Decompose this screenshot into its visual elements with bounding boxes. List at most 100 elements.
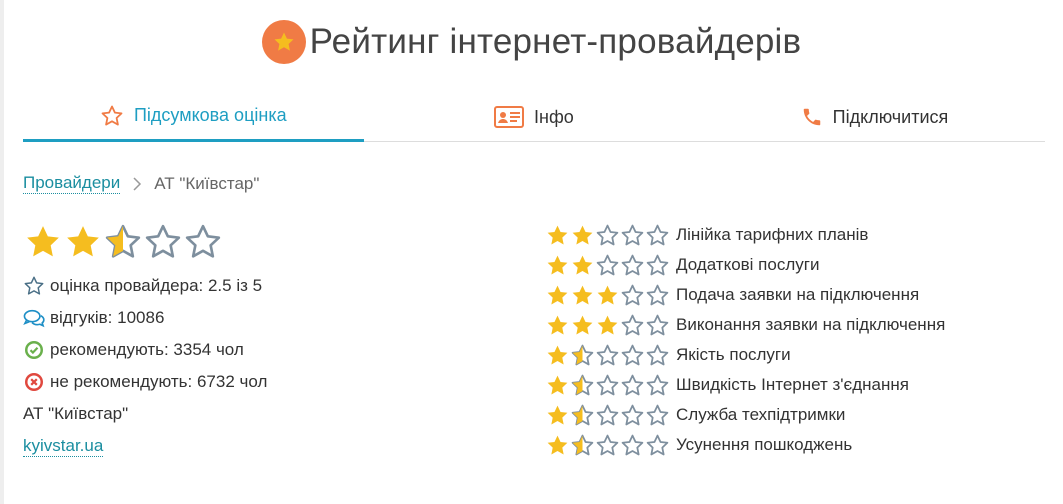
criteria-ratings: Лінійка тарифних планів Додаткові послуги… [545, 220, 945, 460]
check-circle-icon [23, 339, 45, 361]
star-filled-icon [547, 345, 568, 364]
rating-text: оцінка провайдера: 2.5 із 5 [50, 276, 263, 295]
recommend-text: рекомендують: 3354 чол [50, 340, 244, 359]
star-empty-icon [185, 224, 221, 258]
star-empty-icon [596, 404, 619, 425]
criterion-stars [545, 433, 672, 458]
star-empty-icon [621, 404, 644, 425]
star-outline-icon [23, 275, 45, 297]
breadcrumb-providers-link[interactable]: Провайдери [23, 173, 121, 194]
page-left-border [0, 0, 4, 504]
comments-icon [23, 307, 45, 329]
star-empty-icon [646, 374, 669, 395]
criterion-label: Лінійка тарифних планів [676, 225, 869, 244]
tab-label: Підсумкова оцінка [133, 105, 287, 125]
star-half-icon [571, 404, 594, 425]
criterion-stars [545, 283, 672, 308]
star-empty-icon [596, 434, 619, 455]
star-empty-icon [646, 404, 669, 425]
star-filled-icon [547, 405, 568, 424]
star-empty-icon [646, 314, 669, 335]
star-empty-icon [621, 344, 644, 365]
star-filled-icon [572, 315, 593, 334]
breadcrumb-current: АТ "Київстар" [154, 173, 260, 193]
star-filled-icon [547, 285, 568, 304]
star-outline-icon [100, 104, 124, 128]
star-half-icon [571, 344, 594, 365]
criterion-label: Якість послуги [676, 345, 791, 364]
star-empty-icon [596, 344, 619, 365]
star-empty-icon [621, 224, 644, 245]
star-empty-icon [145, 224, 181, 258]
star-empty-icon [621, 284, 644, 305]
criterion-stars [545, 253, 672, 278]
provider-name: АТ "Київстар" [23, 404, 129, 423]
star-filled-icon [27, 226, 59, 257]
rating-row: оцінка провайдера: 2.5 із 5 [23, 270, 267, 302]
provider-site-link[interactable]: kyivstar.ua [23, 436, 104, 457]
star-empty-icon [646, 434, 669, 455]
criterion-stars [545, 373, 672, 398]
star-half-icon [571, 374, 594, 395]
star-filled-icon [572, 225, 593, 244]
star-filled-icon [597, 315, 618, 334]
tab-bar: Підсумкова оцінка Інфо Підключитися [23, 92, 1045, 142]
star-empty-icon [596, 374, 619, 395]
tab-info[interactable]: Інфо [364, 92, 705, 142]
star-filled-icon [597, 285, 618, 304]
criterion-row: Служба техпідтримки [545, 400, 945, 430]
star-filled-icon [572, 285, 593, 304]
star-empty-icon [621, 434, 644, 455]
tab-label: Підключитися [832, 106, 949, 127]
star-empty-icon [646, 224, 669, 245]
star-filled-icon [547, 315, 568, 334]
cross-circle-icon [23, 371, 45, 393]
criterion-stars [545, 223, 672, 248]
star-empty-icon [596, 224, 619, 245]
breadcrumb: Провайдери АТ "Київстар" [23, 173, 259, 194]
not-recommend-row: не рекомендують: 6732 чол [23, 366, 267, 398]
phone-icon [801, 106, 823, 128]
star-empty-icon [646, 344, 669, 365]
page-title: Рейтинг інтернет-провайдерів [309, 22, 802, 61]
star-filled-icon [572, 255, 593, 274]
star-icon [261, 20, 306, 64]
criterion-label: Виконання заявки на підключення [676, 315, 946, 334]
star-half-icon [105, 224, 141, 258]
criterion-label: Усунення пошкоджень [676, 435, 853, 454]
provider-site-row: kyivstar.ua [23, 430, 267, 462]
criterion-label: Додаткові послуги [676, 255, 820, 274]
criterion-row: Усунення пошкоджень [545, 430, 945, 460]
tab-summary[interactable]: Підсумкова оцінка [23, 92, 364, 142]
reviews-text: відгуків: 10086 [50, 308, 165, 327]
overall-rating-stars [23, 222, 267, 266]
tab-label: Інфо [534, 106, 574, 127]
id-card-icon [494, 106, 524, 128]
criterion-row: Додаткові послуги [545, 250, 945, 280]
not-recommend-text: не рекомендують: 6732 чол [50, 372, 268, 391]
chevron-right-icon [132, 176, 142, 191]
criterion-row: Якість послуги [545, 340, 945, 370]
criterion-label: Швидкість Інтернет з'єднання [676, 375, 909, 394]
criterion-label: Подача заявки на підключення [676, 285, 920, 304]
tab-connect[interactable]: Підключитися [704, 92, 1045, 142]
star-empty-icon [646, 254, 669, 275]
provider-summary: оцінка провайдера: 2.5 із 5 відгуків: 10… [23, 222, 267, 462]
criterion-row: Лінійка тарифних планів [545, 220, 945, 250]
recommend-row: рекомендують: 3354 чол [23, 334, 267, 366]
star-empty-icon [621, 314, 644, 335]
star-empty-icon [621, 254, 644, 275]
criterion-stars [545, 343, 672, 368]
star-filled-icon [547, 435, 568, 454]
star-filled-icon [547, 375, 568, 394]
criterion-label: Служба техпідтримки [676, 405, 846, 424]
criterion-row: Швидкість Інтернет з'єднання [545, 370, 945, 400]
star-filled-icon [547, 225, 568, 244]
criterion-stars [545, 313, 672, 338]
criterion-row: Подача заявки на підключення [545, 280, 945, 310]
criterion-stars [545, 403, 672, 428]
star-empty-icon [596, 254, 619, 275]
star-empty-icon [646, 284, 669, 305]
reviews-row: відгуків: 10086 [23, 302, 267, 334]
star-empty-icon [621, 374, 644, 395]
